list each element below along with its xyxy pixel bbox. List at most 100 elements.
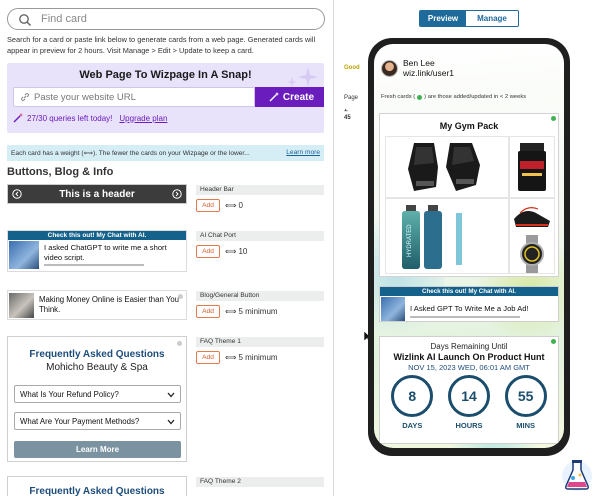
status-dot	[178, 294, 183, 299]
weight-icon: ⟺	[225, 307, 237, 316]
faq-question-text: What Are Your Payment Methods?	[20, 416, 140, 426]
weight-icon: ⟺	[225, 247, 237, 256]
chevron-down-icon	[167, 392, 175, 398]
card-type-label: Blog/General Button	[196, 291, 324, 301]
card-type-label: FAQ Theme 1	[196, 337, 324, 347]
magic-wand-icon	[13, 113, 23, 123]
preview-tab[interactable]: Preview	[420, 11, 466, 26]
chat-banner: Check this out! My Chat with AI.	[380, 287, 558, 296]
gym-pack-card[interactable]: My Gym Pack HYDRATED	[379, 113, 559, 277]
card-type-label: AI Chat Port	[196, 231, 324, 241]
header-bar-card[interactable]: This is a header	[7, 184, 187, 204]
status-dot	[177, 341, 182, 346]
faq-theme-1-card[interactable]: Frequently Asked Questions Mohicho Beaut…	[7, 336, 187, 462]
url-placeholder: Paste your website URL	[34, 92, 136, 103]
fresh-note-text: ) are those added/updated in < 2 weeks	[424, 94, 527, 100]
search-icon	[19, 14, 32, 27]
days-label: DAYS	[402, 421, 423, 430]
weight-value: ⟺ 0	[225, 201, 243, 210]
chat-thumbnail	[381, 297, 405, 321]
card-type-label: Header Bar	[196, 185, 324, 195]
partial-label: Page	[344, 95, 359, 101]
create-button[interactable]: Create	[255, 87, 324, 107]
countdown-rings: 8 DAYS 14 HOURS 55 MINS	[380, 375, 558, 430]
product-grid: HYDRATED	[385, 136, 555, 274]
learn-more-button[interactable]: Learn More	[14, 441, 181, 458]
faq-theme-2-card[interactable]: Frequently Asked Questions	[7, 476, 187, 496]
weight-value: ⟺ 10	[225, 247, 247, 256]
intro-text: Search for a card or paste link below to…	[7, 35, 316, 55]
manage-tab[interactable]: Manage	[466, 11, 518, 26]
search-input[interactable]: Find card	[7, 8, 325, 30]
preview-panel: Preview Manage Good Page ⫠ 45 Ben Lee wi…	[334, 0, 600, 496]
ai-chat-card[interactable]: Check this out! My Chat with AI. I asked…	[7, 230, 187, 272]
countdown-heading: Days Remaining Until	[430, 342, 508, 351]
weight-value: ⟺ 5 minimum	[225, 353, 278, 362]
product-shoes-watch[interactable]	[509, 198, 555, 274]
days-value: 8	[391, 375, 434, 417]
countdown-date: NOV 15, 2023 WED, 06:01 AM GMT	[408, 363, 530, 372]
learn-more-link[interactable]: Learn more	[286, 149, 320, 156]
shoes-image	[514, 207, 550, 227]
weight-number: 10	[238, 247, 248, 256]
add-button[interactable]: Add	[196, 351, 220, 364]
product-protein[interactable]	[509, 136, 555, 198]
add-button[interactable]: Add	[196, 305, 220, 318]
upgrade-plan-link[interactable]: Upgrade plan	[119, 114, 167, 123]
weight-number: 5 minimum	[238, 353, 278, 362]
chat-thumbnail	[9, 241, 39, 269]
quota-text: 27/30 queries left today!	[27, 113, 113, 123]
url-input[interactable]: Paste your website URL	[13, 87, 255, 107]
header-bar-text: This is a header	[59, 188, 135, 200]
circle-chevron-right-icon	[172, 189, 182, 199]
weight-icon: ⟺	[225, 353, 237, 362]
view-toggle: Preview Manage	[419, 10, 519, 27]
lab-flask-icon[interactable]	[561, 456, 593, 492]
add-button[interactable]: Add	[196, 245, 220, 258]
blog-text: Making Money Online is Easier than You T…	[39, 295, 179, 314]
bottle-text: HYDRATED	[407, 224, 413, 257]
wizpage-title: Web Page To Wizpage In A Snap!	[79, 69, 252, 81]
product-bottles[interactable]: HYDRATED	[385, 198, 509, 274]
hours-label: HOURS	[455, 421, 483, 430]
blog-thumbnail	[9, 293, 34, 318]
weight-number: 5 minimum	[238, 307, 278, 316]
chevron-down-icon	[167, 419, 175, 425]
phone-frame: Ben Lee wiz.link/user1 Fresh cards ( ) a…	[368, 38, 570, 456]
countdown-card[interactable]: Days Remaining Until Wizlink AI Launch O…	[379, 336, 559, 444]
chat-text: I Asked GPT To Write Me a Job Ad!	[410, 304, 529, 313]
faq-question-text: What Is Your Refund Policy?	[20, 389, 119, 399]
gloves-image	[408, 143, 480, 191]
fresh-dot-icon	[417, 94, 423, 100]
phone-screen[interactable]: Ben Lee wiz.link/user1 Fresh cards ( ) a…	[374, 44, 564, 448]
chat-banner: Check this out! My Chat with AI.	[8, 231, 186, 240]
chat-text: I asked ChatGPT to write me a short vide…	[44, 243, 167, 262]
profile-handle[interactable]: wiz.link/user1	[403, 68, 454, 78]
link-icon	[21, 93, 29, 101]
faq-question-2[interactable]: What Are Your Payment Methods?	[14, 412, 181, 430]
weight-note-text: Each card has a weight (⟺). The fewer th…	[11, 150, 250, 157]
blog-meta: Blog/General Button Add ⟺ 5 minimum	[196, 291, 324, 318]
blog-button-card[interactable]: Making Money Online is Easier than You T…	[7, 290, 187, 320]
product-gloves[interactable]	[385, 136, 509, 198]
quota-row: 27/30 queries left today! Upgrade plan	[13, 113, 167, 123]
circle-chevron-left-icon	[12, 189, 22, 199]
phone-chat-card[interactable]: Check this out! My Chat with AI. I Asked…	[379, 286, 559, 322]
wizpage-generator: Web Page To Wizpage In A Snap! Paste you…	[7, 63, 324, 133]
faq-subtitle: Mohicho Beauty & Spa	[46, 362, 148, 373]
add-button[interactable]: Add	[196, 199, 220, 212]
weight-icon: ⟺	[225, 201, 237, 210]
section-title: Buttons, Blog & Info	[7, 166, 114, 178]
faq-question-1[interactable]: What Is Your Refund Policy?	[14, 385, 181, 403]
hours-value: 14	[447, 375, 490, 417]
dumbbell-icon: ⫠	[344, 107, 348, 113]
chat-divider	[410, 316, 520, 318]
faq-1-meta: FAQ Theme 1 Add ⟺ 5 minimum	[196, 337, 324, 364]
mins-label: MINS	[516, 421, 536, 430]
gym-pack-title: My Gym Pack	[439, 121, 499, 131]
header-bar-meta: Header Bar Add ⟺ 0	[196, 185, 324, 212]
profile-name: Ben Lee	[403, 58, 435, 68]
faq-2-meta: FAQ Theme 2	[196, 477, 324, 487]
card-type-label: FAQ Theme 2	[196, 477, 324, 487]
days-ring: 8 DAYS	[391, 375, 434, 430]
